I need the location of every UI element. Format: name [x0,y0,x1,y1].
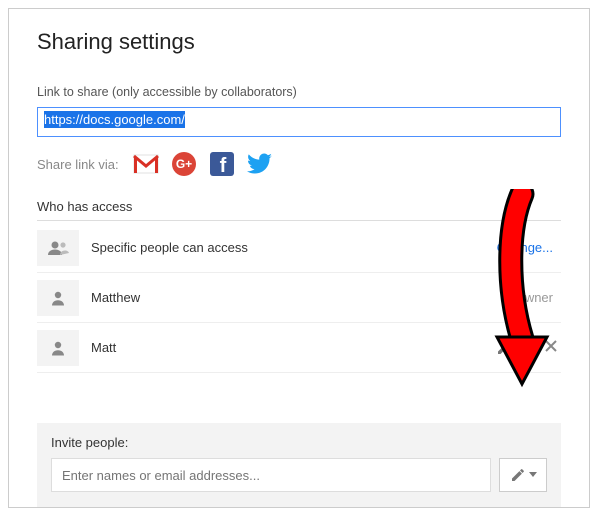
caret-down-icon [515,345,523,351]
caret-down-icon [529,472,537,478]
share-via-row: Share link via: G+ f [37,151,561,177]
invite-permission-button[interactable] [499,458,547,492]
share-link-value: https://docs.google.com/ [44,111,185,128]
person-icon [37,330,79,366]
person-row-owner: Matthew Is owner [37,273,561,323]
people-group-icon [37,230,79,266]
link-to-share-label: Link to share (only accessible by collab… [37,85,561,99]
dialog-title: Sharing settings [37,29,561,55]
svg-text:f: f [219,155,226,176]
access-summary-text: Specific people can access [91,240,497,255]
access-summary-row: Specific people can access Change... [37,223,561,273]
remove-person-button[interactable] [541,335,561,361]
share-link-input[interactable]: https://docs.google.com/ [37,107,561,137]
person-name: Matt [91,340,490,355]
twitter-icon[interactable] [247,151,273,177]
edit-permission-button[interactable] [490,336,529,360]
close-icon [545,340,557,352]
change-access-link[interactable]: Change... [497,240,553,255]
share-via-label: Share link via: [37,157,119,172]
google-plus-icon[interactable]: G+ [171,151,197,177]
invite-input[interactable] [51,458,491,492]
sharing-settings-dialog: Sharing settings Link to share (only acc… [8,8,590,508]
gmail-icon[interactable] [133,151,159,177]
pencil-icon [510,467,526,483]
svg-text:G+: G+ [175,157,191,171]
person-row-collaborator: Matt [37,323,561,373]
who-has-access-header: Who has access [37,199,561,221]
invite-label: Invite people: [51,435,547,450]
person-role: Is owner [504,290,553,305]
person-icon [37,280,79,316]
invite-people-section: Invite people: [37,423,561,507]
pencil-icon [496,340,512,356]
facebook-icon[interactable]: f [209,151,235,177]
person-name: Matthew [91,290,504,305]
